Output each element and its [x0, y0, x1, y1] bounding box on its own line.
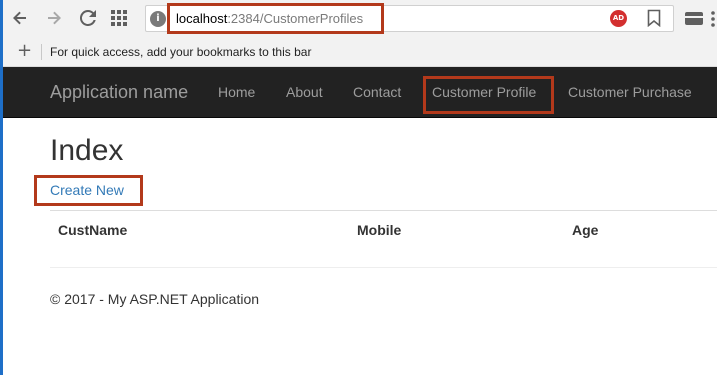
adblock-icon[interactable]: AD	[610, 10, 627, 27]
menu-icon[interactable]	[711, 10, 717, 28]
nav-home[interactable]: Home	[218, 84, 255, 100]
site-info-icon[interactable]: i	[150, 11, 166, 27]
reload-icon[interactable]	[79, 9, 97, 27]
nav-about[interactable]: About	[286, 84, 323, 100]
bookmark-star-icon[interactable]	[647, 9, 661, 28]
bookmarks-separator	[41, 44, 42, 60]
column-header-age: Age	[572, 222, 599, 238]
column-header-mobile: Mobile	[357, 222, 402, 238]
forward-icon[interactable]	[45, 9, 63, 27]
brand-link[interactable]: Application name	[50, 82, 188, 103]
url-highlight-box	[167, 3, 384, 34]
table-top-border	[50, 210, 717, 211]
bookmarks-bar: + For quick access, add your bookmarks t…	[3, 37, 717, 67]
back-icon[interactable]	[11, 9, 29, 27]
footer-divider	[50, 267, 717, 268]
nav-contact[interactable]: Contact	[353, 84, 401, 100]
apps-grid-icon[interactable]	[110, 9, 128, 27]
site-navbar: Application name Home About Contact Cust…	[3, 67, 717, 118]
footer-text: © 2017 - My ASP.NET Application	[50, 291, 260, 307]
payment-card-icon[interactable]	[685, 12, 703, 25]
bookmarks-hint: For quick access, add your bookmarks to …	[50, 45, 312, 59]
add-bookmark-icon[interactable]: +	[17, 42, 32, 60]
page-title: Index	[50, 134, 124, 167]
nav-highlight-box	[423, 76, 554, 114]
column-header-custname: CustName	[58, 222, 128, 238]
create-new-highlight-box	[34, 175, 143, 206]
nav-customer-purchase[interactable]: Customer Purchase	[568, 84, 692, 100]
